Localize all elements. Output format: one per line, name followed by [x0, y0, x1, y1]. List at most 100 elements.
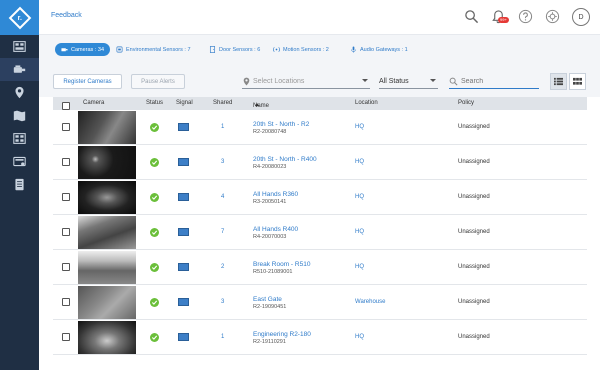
nav-video-wall[interactable]	[0, 127, 39, 150]
table-row[interactable]: 1 20th St - North - R2 R2-20080748 HQ Un…	[53, 110, 587, 145]
search-icon	[449, 77, 458, 86]
camera-thumbnail[interactable]	[78, 251, 136, 284]
header-signal[interactable]: Signal	[176, 100, 193, 106]
table-row[interactable]: 3 20th St - North - R400 R4-20080023 HQ …	[53, 145, 587, 180]
notifications-button[interactable]: 99+	[490, 8, 509, 25]
camera-serial: R4-20080023	[253, 164, 287, 170]
location-link[interactable]: HQ	[355, 334, 364, 340]
policy-value: Unassigned	[458, 124, 490, 130]
header-shared[interactable]: Shared	[213, 100, 232, 106]
policy-value: Unassigned	[458, 299, 490, 305]
user-avatar[interactable]: D	[572, 8, 590, 26]
feedback-link[interactable]: Feedback	[51, 12, 82, 19]
row-checkbox[interactable]	[62, 193, 70, 201]
camera-name-link[interactable]: Break Room - R510	[253, 261, 310, 268]
table-row[interactable]: 7 All Hands R400 R4-20070003 HQ Unassign…	[53, 215, 587, 250]
register-cameras-button[interactable]: Register Cameras	[53, 74, 122, 89]
header-policy[interactable]: Policy	[458, 100, 474, 106]
nav-dashboard[interactable]	[0, 35, 39, 58]
nav-locations[interactable]	[0, 81, 39, 104]
tab-audio-gateways[interactable]: Audio Gateways : 1	[350, 43, 408, 56]
location-select[interactable]: Select Locations	[242, 74, 370, 89]
shared-count[interactable]: 3	[221, 159, 224, 165]
table-row[interactable]: 4 All Hands R360 R3-20050141 HQ Unassign…	[53, 180, 587, 215]
nav-map[interactable]	[0, 104, 39, 127]
status-select[interactable]: All Status	[379, 74, 438, 89]
location-link[interactable]: HQ	[355, 264, 364, 270]
shared-count[interactable]: 2	[221, 264, 224, 270]
shared-count[interactable]: 4	[221, 194, 224, 200]
camera-name-link[interactable]: All Hands R360	[253, 191, 298, 198]
camera-thumbnail[interactable]	[78, 181, 136, 214]
camera-thumbnail[interactable]	[78, 321, 136, 354]
app-logo[interactable]: r.	[0, 0, 39, 35]
pause-alerts-button[interactable]: Pause Alerts	[131, 74, 185, 89]
gear-icon	[545, 9, 560, 24]
help-icon	[518, 9, 533, 24]
tab-environmental-sensors[interactable]: Environmental Sensors : 7	[116, 43, 191, 56]
camera-name-link[interactable]: All Hands R400	[253, 226, 298, 233]
shared-count[interactable]: 1	[221, 124, 224, 130]
camera-name-link[interactable]: Engineering R2-180	[253, 331, 311, 338]
camera-name-link[interactable]: East Gate	[253, 296, 282, 303]
status-ok-icon	[150, 228, 159, 237]
status-ok-icon	[150, 263, 159, 272]
camera-table: Camera Status Signal Shared Name Locatio…	[53, 97, 587, 355]
row-checkbox[interactable]	[62, 158, 70, 166]
row-checkbox[interactable]	[62, 228, 70, 236]
camera-serial: R510-21089001	[253, 269, 293, 275]
row-checkbox[interactable]	[62, 298, 70, 306]
shared-count[interactable]: 1	[221, 334, 224, 340]
row-checkbox[interactable]	[62, 333, 70, 341]
location-link[interactable]: HQ	[355, 124, 364, 130]
header-location[interactable]: Location	[355, 100, 378, 106]
camera-serial: R3-20050141	[253, 199, 287, 205]
search-input[interactable]	[461, 77, 536, 85]
help-button[interactable]	[517, 8, 534, 25]
nav-alerts[interactable]	[0, 150, 39, 173]
nav-devices[interactable]	[0, 58, 39, 81]
search-icon	[465, 10, 479, 24]
policy-value: Unassigned	[458, 229, 490, 235]
policy-value: Unassigned	[458, 159, 490, 165]
row-checkbox[interactable]	[62, 263, 70, 271]
camera-serial: R2-19090451	[253, 304, 287, 310]
location-link[interactable]: HQ	[355, 194, 364, 200]
camera-serial: R4-20070003	[253, 234, 287, 240]
status-select-value: All Status	[379, 77, 409, 85]
search-field	[449, 74, 539, 89]
tab-motion-sensors[interactable]: Motion Sensors : 2	[273, 43, 329, 56]
camera-thumbnail[interactable]	[78, 111, 136, 144]
row-checkbox[interactable]	[62, 123, 70, 131]
header-camera[interactable]: Camera	[83, 100, 104, 106]
grid-view-button[interactable]	[569, 73, 586, 90]
map-pin-icon	[243, 77, 250, 85]
shared-count[interactable]: 7	[221, 229, 224, 235]
camera-thumbnail[interactable]	[78, 286, 136, 319]
camera-thumbnail[interactable]	[78, 146, 136, 179]
table-row[interactable]: 1 Engineering R2-180 R2-19110291 HQ Unas…	[53, 320, 587, 355]
list-view-button[interactable]	[550, 73, 567, 90]
video-wall-icon	[13, 133, 26, 144]
notification-badge: 99+	[498, 17, 509, 23]
tab-door-sensors[interactable]: Door Sensors : 6	[209, 43, 260, 56]
table-row[interactable]: 3 East Gate R2-19090451 Warehouse Unassi…	[53, 285, 587, 320]
location-link[interactable]: HQ	[355, 229, 364, 235]
camera-serial: R2-20080748	[253, 129, 287, 135]
signal-icon	[178, 158, 189, 166]
camera-name-link[interactable]: 20th St - North - R2	[253, 121, 309, 128]
tab-cameras[interactable]: Cameras : 34	[55, 43, 111, 56]
location-link[interactable]: HQ	[355, 159, 364, 165]
table-row[interactable]: 2 Break Room - R510 R510-21089001 HQ Una…	[53, 250, 587, 285]
signal-icon	[178, 333, 189, 341]
settings-button[interactable]	[544, 8, 561, 25]
shared-count[interactable]: 3	[221, 299, 224, 305]
search-button[interactable]	[463, 8, 480, 25]
location-link[interactable]: Warehouse	[355, 299, 385, 305]
map-icon	[13, 110, 26, 122]
nav-reports[interactable]	[0, 173, 39, 196]
camera-name-link[interactable]: 20th St - North - R400	[253, 156, 317, 163]
header-status[interactable]: Status	[146, 100, 163, 106]
chevron-down-icon	[362, 79, 368, 82]
camera-thumbnail[interactable]	[78, 216, 136, 249]
